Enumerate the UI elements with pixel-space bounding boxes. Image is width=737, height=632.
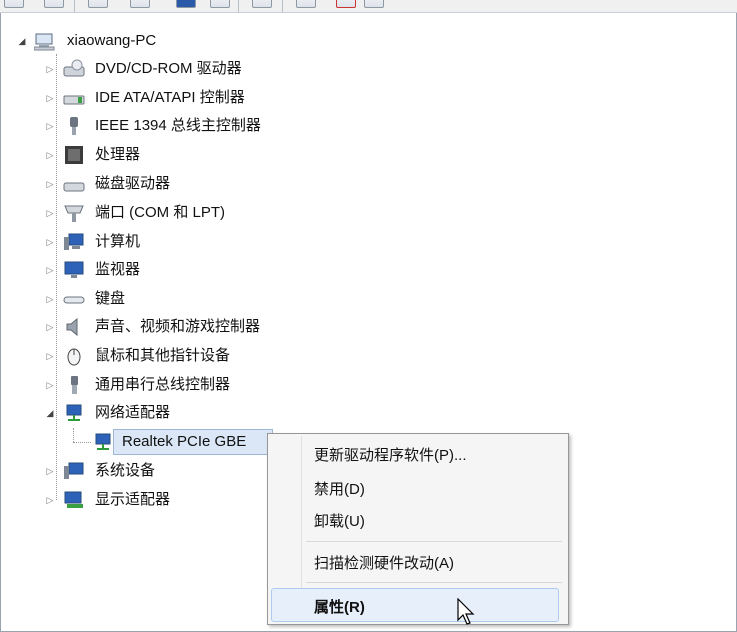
tree-item-label: 鼠标和其他指针设备 bbox=[95, 347, 231, 364]
toolbar-separator bbox=[282, 0, 283, 12]
collapsed-icon[interactable]: ▷ bbox=[45, 150, 55, 161]
properties-toolbar-button[interactable] bbox=[130, 0, 150, 8]
tree-item-label: DVD/CD-ROM 驱动器 bbox=[95, 60, 242, 77]
collapsed-icon[interactable]: ▷ bbox=[45, 64, 55, 75]
port-icon bbox=[63, 203, 84, 223]
computer-icon bbox=[33, 31, 55, 51]
tree-item-label: IDE ATA/ATAPI 控制器 bbox=[95, 89, 245, 106]
uninstall-button[interactable] bbox=[336, 0, 356, 8]
tree-line bbox=[73, 428, 74, 442]
firewire-icon bbox=[63, 116, 83, 136]
dvd-drive-icon bbox=[63, 59, 85, 79]
cpu-icon bbox=[63, 145, 83, 165]
menu-item-update-driver[interactable]: 更新驱动程序软件(P)... bbox=[314, 444, 467, 465]
tree-item-label: 处理器 bbox=[95, 146, 141, 163]
collapsed-icon[interactable]: ▷ bbox=[45, 265, 55, 276]
menu-item-properties[interactable]: 属性(R) bbox=[314, 596, 365, 617]
up-button[interactable] bbox=[88, 0, 108, 8]
collapsed-icon[interactable]: ▷ bbox=[45, 121, 55, 132]
network-adapter-icon bbox=[63, 403, 83, 423]
toolbar-separator bbox=[238, 0, 239, 12]
collapsed-icon[interactable]: ▷ bbox=[45, 294, 55, 305]
network-adapter-icon bbox=[92, 432, 112, 452]
computer-name: xiaowang-PC bbox=[67, 32, 157, 49]
tree-item-label: 键盘 bbox=[95, 290, 126, 307]
tree-line bbox=[73, 442, 91, 443]
tree-item-label: 监视器 bbox=[95, 261, 141, 278]
help-button[interactable] bbox=[176, 0, 196, 8]
monitor-icon bbox=[63, 260, 84, 280]
tree-item-label: 声音、视频和游戏控制器 bbox=[95, 318, 261, 335]
computer-node-icon bbox=[63, 232, 84, 252]
tree-item-label: 磁盘驱动器 bbox=[95, 175, 171, 192]
tree-line bbox=[56, 54, 57, 500]
speaker-icon bbox=[63, 317, 83, 337]
expanded-icon[interactable]: ◢ bbox=[17, 36, 27, 47]
collapsed-icon[interactable]: ▷ bbox=[45, 495, 55, 506]
tree-item-label: 端口 (COM 和 LPT) bbox=[95, 204, 225, 221]
menu-item-disable[interactable]: 禁用(D) bbox=[314, 478, 365, 499]
expanded-icon[interactable]: ◢ bbox=[45, 408, 55, 419]
tree-item-label: IEEE 1394 总线主控制器 bbox=[95, 117, 261, 134]
toolbar-separator bbox=[74, 0, 75, 12]
mouse-icon bbox=[63, 346, 83, 366]
ide-controller-icon bbox=[63, 88, 85, 108]
disk-drive-icon bbox=[63, 174, 85, 194]
collapsed-icon[interactable]: ▷ bbox=[45, 93, 55, 104]
collapsed-icon[interactable]: ▷ bbox=[45, 322, 55, 333]
show-hide-button[interactable] bbox=[210, 0, 230, 8]
menu-separator bbox=[306, 582, 562, 583]
collapsed-icon[interactable]: ▷ bbox=[45, 380, 55, 391]
keyboard-icon bbox=[63, 289, 85, 309]
device-label: Realtek PCIe GBE bbox=[122, 433, 247, 450]
forward-button[interactable] bbox=[44, 0, 64, 8]
tree-item-label: 通用串行总线控制器 bbox=[95, 376, 231, 393]
collapsed-icon[interactable]: ▷ bbox=[45, 466, 55, 477]
tree-item-label: 网络适配器 bbox=[95, 404, 171, 421]
usb-icon bbox=[63, 375, 83, 395]
tree-item-label: 系统设备 bbox=[95, 462, 156, 479]
system-device-icon bbox=[63, 461, 84, 481]
context-menu: 更新驱动程序软件(P)... 禁用(D) 卸载(U) 扫描检测硬件改动(A) 属… bbox=[267, 433, 569, 625]
update-driver-button[interactable] bbox=[296, 0, 316, 8]
mouse-cursor-icon bbox=[457, 597, 475, 631]
tree-item-label: 计算机 bbox=[95, 233, 141, 250]
collapsed-icon[interactable]: ▷ bbox=[45, 179, 55, 190]
collapsed-icon[interactable]: ▷ bbox=[45, 351, 55, 362]
toolbar bbox=[0, 0, 737, 13]
collapsed-icon[interactable]: ▷ bbox=[45, 208, 55, 219]
menu-item-scan-hardware[interactable]: 扫描检测硬件改动(A) bbox=[314, 552, 454, 573]
collapsed-icon[interactable]: ▷ bbox=[45, 237, 55, 248]
menu-item-uninstall[interactable]: 卸载(U) bbox=[314, 510, 365, 531]
display-adapter-icon bbox=[63, 490, 83, 510]
disable-button[interactable] bbox=[364, 0, 384, 8]
tree-item-label: 显示适配器 bbox=[95, 491, 171, 508]
menu-separator bbox=[306, 541, 562, 542]
scan-hardware-button[interactable] bbox=[252, 0, 272, 8]
back-button[interactable] bbox=[4, 0, 24, 8]
